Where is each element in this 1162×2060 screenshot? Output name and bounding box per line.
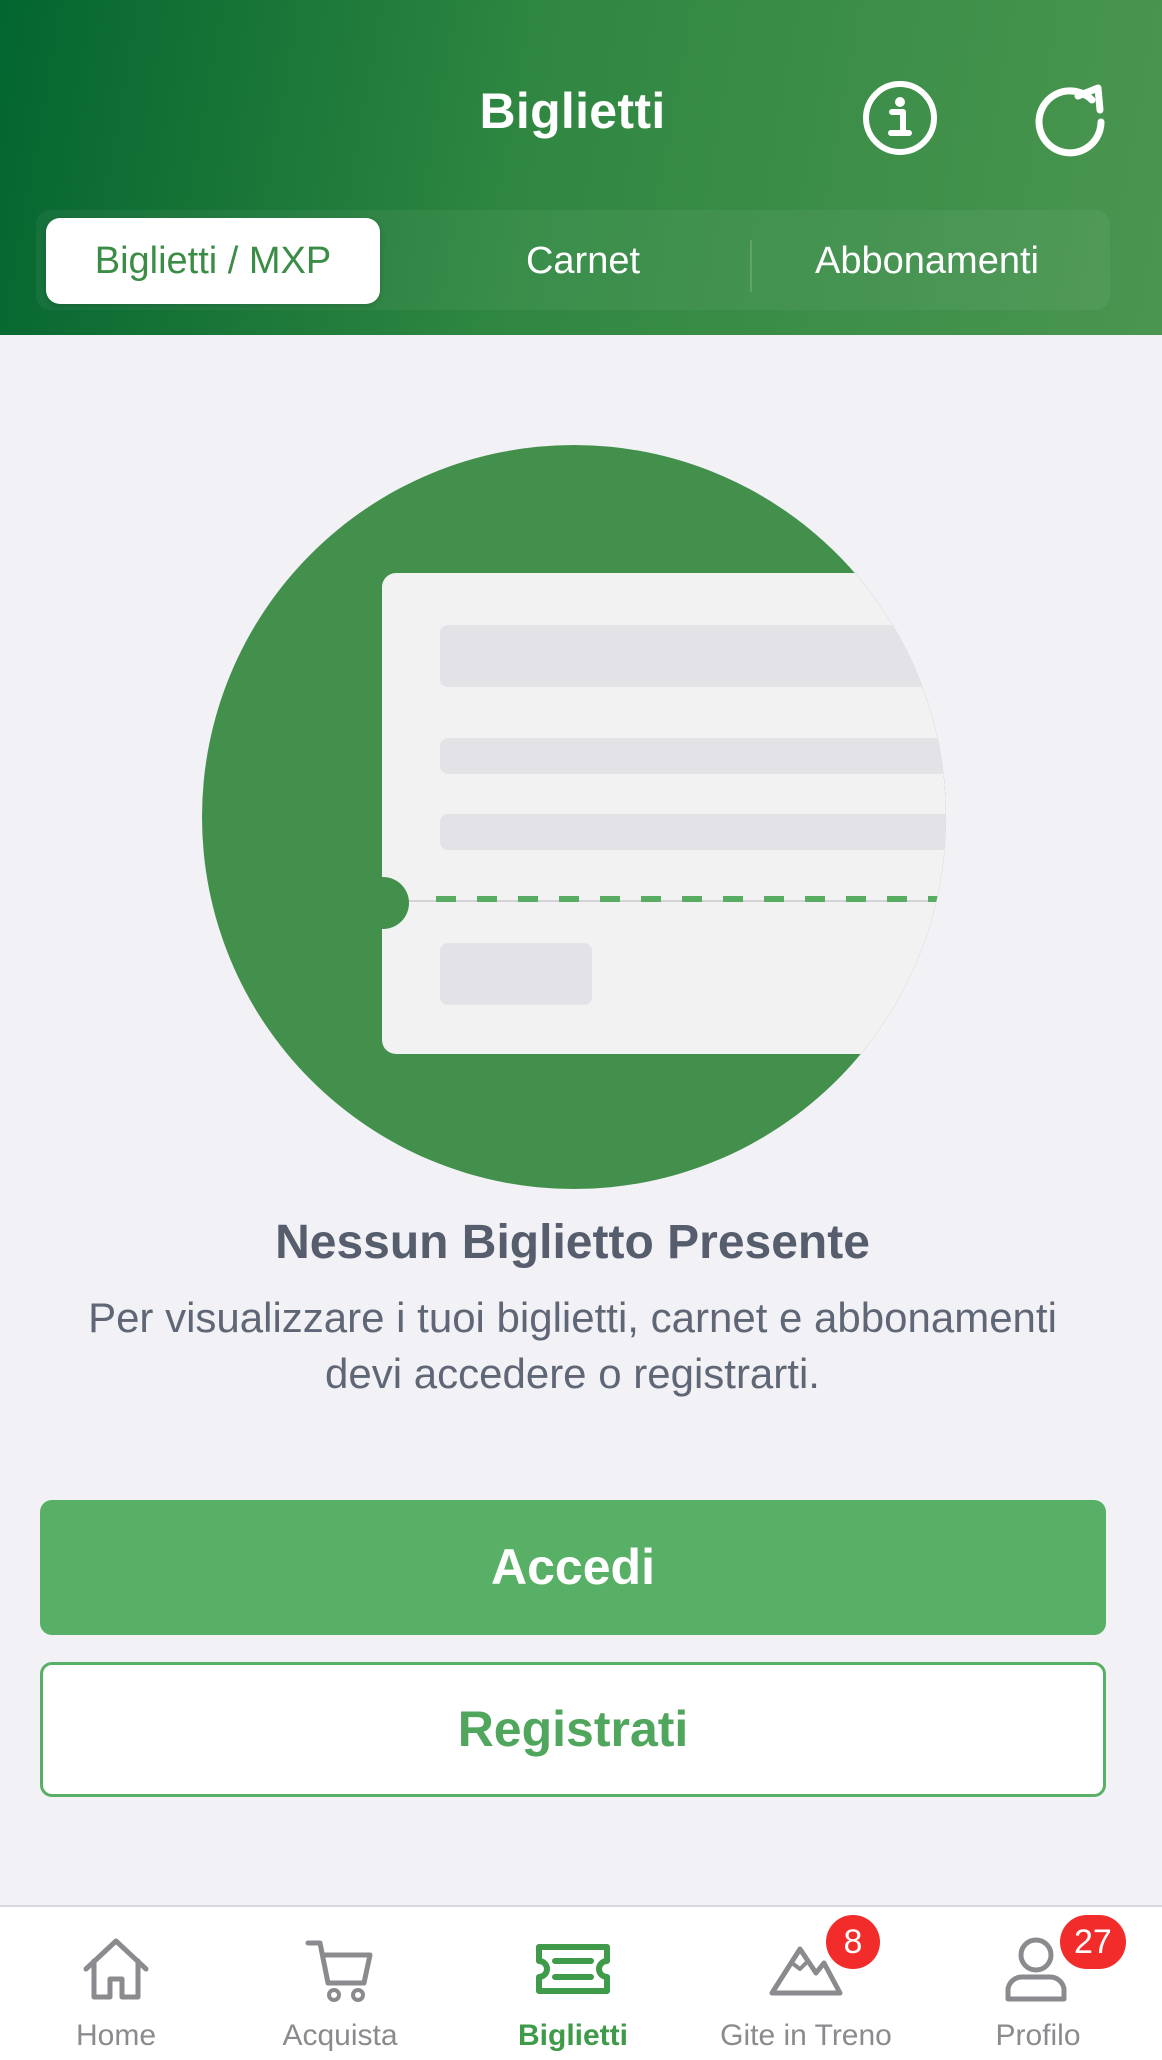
refresh-button[interactable] xyxy=(1030,78,1110,158)
ticket-icon xyxy=(533,1929,613,2009)
tab-label-home: Home xyxy=(75,2019,157,2052)
segment-biglietti-mxp[interactable]: Biglietti / MXP xyxy=(46,218,380,304)
segment-carnet[interactable]: Carnet xyxy=(416,218,750,304)
refresh-icon xyxy=(1035,84,1105,157)
cart-icon xyxy=(300,1929,380,2009)
ticket-type-segmented-control: Biglietti / MXP Carnet Abbonamenti xyxy=(36,210,1110,310)
tab-label-acquista: Acquista xyxy=(282,2019,398,2052)
register-button[interactable]: Registrati xyxy=(40,1662,1106,1797)
login-button[interactable]: Accedi xyxy=(40,1500,1106,1635)
empty-state-title: Nessun Biglietto Presente xyxy=(275,1216,870,1269)
page-title: Biglietti xyxy=(479,83,666,139)
profilo-badge: 27 xyxy=(1060,1915,1126,1969)
ticket-illustration xyxy=(200,445,948,1189)
tab-label-profilo: Profilo xyxy=(995,2019,1081,2052)
home-icon xyxy=(76,1929,156,2009)
info-button[interactable] xyxy=(860,78,940,158)
tab-biglietti[interactable]: Biglietti xyxy=(457,1907,689,2060)
tab-gite-in-treno[interactable]: 8 Gite in Treno xyxy=(690,1907,922,2060)
info-icon xyxy=(863,81,937,155)
tab-acquista[interactable]: Acquista xyxy=(224,1907,456,2060)
segment-abbonamenti[interactable]: Abbonamenti xyxy=(752,218,1102,304)
tab-label-biglietti: Biglietti xyxy=(518,2019,628,2052)
tab-profilo[interactable]: 27 Profilo xyxy=(922,1907,1154,2060)
tab-label-gite-in-treno: Gite in Treno xyxy=(720,2019,892,2052)
app-header: Biglietti Biglietti / MXP Carnet Abbonam… xyxy=(0,0,1162,335)
empty-state-description: Per visualizzare i tuoi biglietti, carne… xyxy=(88,1294,1057,1397)
bottom-tab-bar: Home Acquista Biglietti 8 Gite in Treno … xyxy=(0,1905,1162,2060)
gite-badge: 8 xyxy=(826,1915,880,1969)
tab-home[interactable]: Home xyxy=(0,1907,232,2060)
